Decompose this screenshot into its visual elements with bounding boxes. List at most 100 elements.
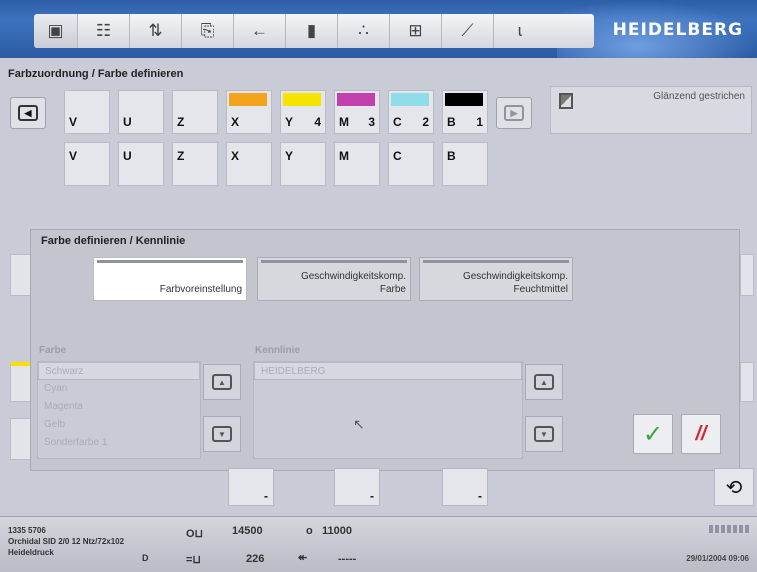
assign-tile-y[interactable]: Y (280, 142, 326, 186)
signal-tool-button[interactable]: ɩ (494, 14, 546, 48)
next-icon: ▶ (504, 105, 524, 121)
top-toolbar: ▣ ☷ ⇅ ⎘ ← ▮ ∴ ⊞ ⟋ ɩ HEIDELBERG (0, 0, 757, 58)
total-counter: 14500 (232, 525, 263, 537)
unit-number: 1 (476, 115, 483, 129)
list-tool-icon: ☷ (95, 21, 112, 40)
unit-tile-v[interactable]: V (64, 90, 110, 134)
kennlinie-scroll-down-button[interactable]: ▼ (525, 416, 563, 452)
paper-tool-icon: ⎘ (200, 21, 215, 40)
list-tool-button[interactable]: ☷ (78, 14, 130, 48)
unit-number: 2 (422, 115, 429, 129)
mode-label-line2: Farbe (379, 284, 406, 295)
transfer-tool-button[interactable]: ⇅ (130, 14, 182, 48)
signal-tool-icon: ɩ (518, 21, 522, 40)
spray-tool-icon: ∴ (358, 21, 369, 40)
unit-tile-b[interactable]: B1 (442, 90, 488, 134)
ink-tool-button[interactable]: ▮ (286, 14, 338, 48)
next-unit-button[interactable]: ▶ (496, 97, 532, 129)
mode-button-3[interactable]: Geschwindigkeitskomp. Feuchtmittel (419, 257, 573, 301)
list-item[interactable]: Cyan (38, 380, 200, 398)
bottom-button-2[interactable]: - (334, 468, 380, 506)
cancel-button[interactable]: // (681, 414, 721, 454)
paper-info-box[interactable]: Glänzend gestrichen (550, 86, 752, 134)
assign-tile-x[interactable]: X (226, 142, 272, 186)
down-icon: ▼ (534, 426, 554, 442)
device-tool-button[interactable]: ▣ (34, 14, 78, 48)
ink-swatch (391, 93, 429, 106)
define-color-dialog: Farbe definieren / Kennlinie Farbvoreins… (30, 229, 740, 471)
heidelberg-logo: HEIDELBERG (612, 20, 743, 40)
mode-label-line2: Feuchtmittel (513, 284, 568, 295)
assign-label: Z (177, 149, 185, 163)
mode-button-2[interactable]: Geschwindigkeitskomp. Farbe (257, 257, 411, 301)
transfer-tool-icon: ⇅ (148, 21, 163, 40)
assign-label: B (447, 149, 456, 163)
unit-tile-c[interactable]: C2 (388, 90, 434, 134)
tool-strip: ▣ ☷ ⇅ ⎘ ← ▮ ∴ ⊞ ⟋ ɩ (34, 14, 594, 48)
section-title: Farbzuordnung / Farbe definieren (8, 68, 184, 80)
assign-tile-b[interactable]: B (442, 142, 488, 186)
status-bar: 1335 5706 Orchidal SID 2/0 12 Ntz/72x102… (0, 516, 757, 572)
assign-label: X (231, 149, 240, 163)
unit-tile-u[interactable]: U (118, 90, 164, 134)
job-description: Orchidal SID 2/0 12 Ntz/72x102 (8, 537, 125, 546)
farbe-scroll-down-button[interactable]: ▼ (203, 416, 241, 452)
unit-label: Y (285, 115, 294, 129)
ink-swatch (283, 93, 321, 106)
confirm-button[interactable]: ✓ (633, 414, 673, 454)
kennlinie-list[interactable]: HEIDELBERG (253, 361, 523, 459)
hidden-tile-left (10, 254, 32, 296)
assign-tile-c[interactable]: C (388, 142, 434, 186)
up-icon: ▲ (534, 374, 554, 390)
assign-tile-z[interactable]: Z (172, 142, 218, 186)
arrow-tool-button[interactable]: ← (234, 14, 286, 48)
paper-icon (559, 93, 573, 109)
farbe-scroll-up-button[interactable]: ▲ (203, 364, 241, 400)
unit-label: C (393, 115, 402, 129)
status-leds (709, 525, 749, 533)
spray-tool-button[interactable]: ∴ (338, 14, 390, 48)
press-console-screen: ▣ ☷ ⇅ ⎘ ← ▮ ∴ ⊞ ⟋ ɩ HEIDELBERG Farbzuordnung / Fa… (0, 0, 757, 572)
speed-icon: ↞ (298, 552, 308, 564)
waste-counter: 226 (246, 553, 265, 565)
assign-label: V (69, 149, 78, 163)
list-item[interactable]: Gelb (38, 416, 200, 434)
unit-number: 3 (368, 115, 375, 129)
bottom-button-1[interactable]: - (228, 468, 274, 506)
assign-tile-m[interactable]: M (334, 142, 380, 186)
unit-tile-m[interactable]: M3 (334, 90, 380, 134)
unit-tile-x[interactable]: X (226, 90, 272, 134)
farbe-list[interactable]: Schwarz Cyan Magenta Gelb Sonderfarbe 1 (37, 361, 201, 459)
list-item[interactable]: Schwarz (38, 362, 200, 380)
measure-tool-icon: ⟋ (461, 21, 474, 40)
exit-button[interactable]: ⟲ (714, 468, 754, 506)
good-counter: 11000 (322, 525, 352, 537)
device-tool-icon: ▣ (47, 21, 64, 40)
bottom-button-3[interactable]: - (442, 468, 488, 506)
plate-tool-button[interactable]: ⊞ (390, 14, 442, 48)
job-info: 1335 5706 Orchidal SID 2/0 12 Ntz/72x102… (8, 525, 124, 558)
farbe-label: Farbe (39, 345, 67, 356)
ink-swatch (337, 93, 375, 106)
prev-icon: ◀ (18, 105, 38, 121)
measure-tool-button[interactable]: ⟋ (442, 14, 494, 48)
unit-tile-z[interactable]: Z (172, 90, 218, 134)
list-item[interactable]: HEIDELBERG (254, 362, 522, 380)
unit-tile-y[interactable]: Y4 (280, 90, 326, 134)
mode-button-1[interactable]: Farbvoreinstellung (93, 257, 247, 301)
paper-tool-button[interactable]: ⎘ (182, 14, 234, 48)
ink-tool-icon: ▮ (306, 21, 317, 40)
kennlinie-scroll-up-button[interactable]: ▲ (525, 364, 563, 400)
unit-label: M (339, 115, 349, 129)
assign-label: Y (285, 149, 294, 163)
assign-tile-v[interactable]: V (64, 142, 110, 186)
hidden-tile-left-3 (10, 418, 32, 460)
arrow-tool-icon: ← (251, 21, 268, 40)
hidden-tile-left-2 (10, 362, 32, 402)
list-item[interactable]: Sonderfarbe 1 (38, 434, 200, 452)
job-number: 1335 5706 (8, 526, 46, 535)
prev-unit-button[interactable]: ◀ (10, 97, 46, 129)
assign-label: U (123, 149, 132, 163)
list-item[interactable]: Magenta (38, 398, 200, 416)
assign-tile-u[interactable]: U (118, 142, 164, 186)
